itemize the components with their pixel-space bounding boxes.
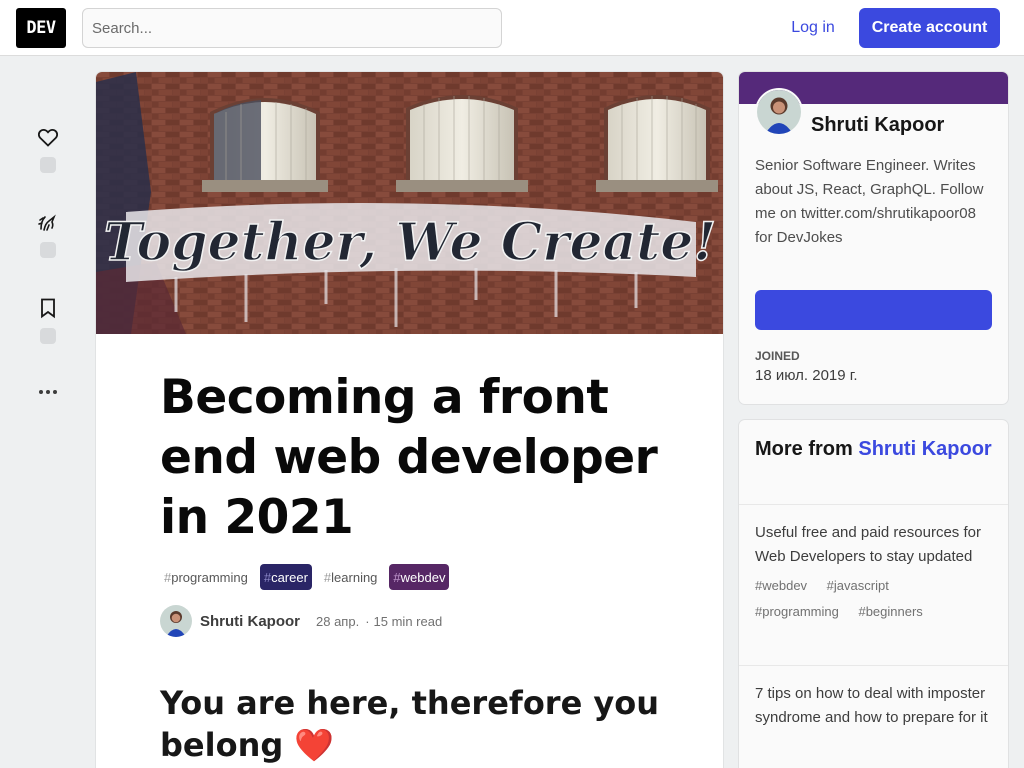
tag-label: career <box>271 569 308 585</box>
tag-hash: # <box>164 569 172 585</box>
tag-hash: # <box>323 569 332 585</box>
author-name[interactable]: Shruti Kapoor <box>200 613 300 630</box>
divider <box>739 665 1008 666</box>
more-item-tags: #webdev #javascript #programming #beginn… <box>755 573 995 625</box>
create-account-button[interactable]: Create account <box>859 8 1000 48</box>
follow-button[interactable] <box>755 290 992 330</box>
tag-webdev[interactable]: # webdev <box>389 564 450 590</box>
tag-learning[interactable]: # learning <box>320 564 382 590</box>
more-item-tag[interactable]: #javascript <box>827 578 897 593</box>
article-title: Becoming a front end web developer in 20… <box>160 370 658 545</box>
heart-count-placeholder <box>40 157 56 173</box>
profile-bio: Senior Software Engineer. Writes about J… <box>755 157 984 246</box>
top-header: DEV Log in Create account <box>0 0 1024 56</box>
author-avatar[interactable] <box>160 605 192 637</box>
joined-label: JOINED <box>755 349 800 363</box>
bookmark-icon <box>41 298 55 319</box>
article-subheading: You are here, therefore you belong ❤️ <box>160 684 660 764</box>
tag-career[interactable]: # career <box>259 564 312 590</box>
read-time: 15 min read <box>373 613 443 629</box>
profile-avatar[interactable] <box>755 88 803 136</box>
tag-label: webdev <box>400 569 446 585</box>
post-date: 28 апр. <box>316 613 360 629</box>
more-from-item[interactable]: 7 tips on how to deal with imposter synd… <box>755 682 995 730</box>
article-card: Together, We Create! Becoming a front en… <box>96 72 723 768</box>
more-from-prefix: More from <box>755 438 853 460</box>
more-from-card: More from Shruti Kapoor Useful free and … <box>739 420 1008 768</box>
cover-image: Together, We Create! <box>96 72 723 334</box>
more-item-tag[interactable]: #webdev <box>755 578 815 593</box>
cover-graffiti-text: Together, We Create! <box>104 212 716 273</box>
article-meta: Shruti Kapoor 28 апр. · 15 min read <box>160 605 442 637</box>
tag-hash: # <box>393 569 401 585</box>
divider <box>739 504 1008 505</box>
tag-label: learning <box>331 569 378 585</box>
heart-reaction-button[interactable] <box>27 125 69 173</box>
heart-icon <box>37 128 59 147</box>
bookmark-count-placeholder <box>40 328 56 344</box>
more-item-tag[interactable]: #beginners <box>858 604 930 619</box>
more-item-tag[interactable]: #programming <box>755 604 847 619</box>
profile-name[interactable]: Shruti Kapoor <box>811 114 944 137</box>
tag-programming[interactable]: # programming <box>160 564 252 590</box>
author-profile-card: Shruti Kapoor Senior Software Engineer. … <box>739 72 1008 404</box>
unicorn-count-placeholder <box>40 242 56 258</box>
unicorn-reaction-button[interactable] <box>27 210 69 258</box>
more-from-heading: More from Shruti Kapoor <box>755 434 995 464</box>
dev-logo[interactable]: DEV <box>16 8 66 48</box>
more-from-item[interactable]: Useful free and paid resources for Web D… <box>755 521 995 625</box>
tag-hash: # <box>263 569 272 585</box>
article-tags: # programming # career # learning # webdev <box>160 564 450 590</box>
login-button[interactable]: Log in <box>776 8 850 48</box>
unicorn-icon <box>38 214 56 231</box>
more-item-title[interactable]: 7 tips on how to deal with imposter synd… <box>755 682 995 730</box>
joined-date: 18 июл. 2019 г. <box>755 367 858 384</box>
more-item-title[interactable]: Useful free and paid resources for Web D… <box>755 521 995 569</box>
more-from-author-link[interactable]: Shruti Kapoor <box>858 438 991 460</box>
meta-separator: · <box>365 613 370 629</box>
bookmark-reaction-button[interactable] <box>27 296 69 344</box>
search-input[interactable] <box>82 8 502 48</box>
more-dots-icon[interactable] <box>36 380 60 404</box>
tag-label: programming <box>171 569 248 585</box>
